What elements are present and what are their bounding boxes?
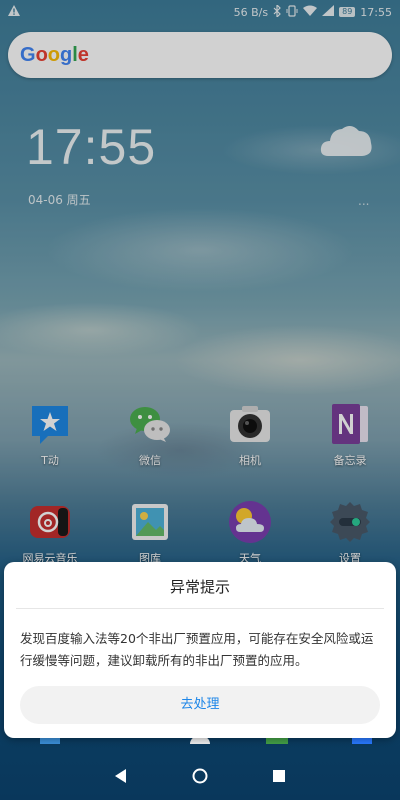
home-icon[interactable] [192, 768, 208, 784]
dialog-title: 异常提示 [169, 578, 230, 596]
back-icon[interactable] [113, 768, 129, 784]
recents-icon[interactable] [271, 768, 287, 784]
dialog-divider [16, 608, 384, 609]
dialog-message: 发现百度输入法等20个非出厂预置应用，可能存在安全风险或运行缓慢等问题，建议卸载… [20, 631, 374, 668]
handle-button[interactable]: 去处理 [20, 686, 380, 724]
navigation-bar [0, 752, 400, 800]
alert-dialog: 异常提示 发现百度输入法等20个非出厂预置应用，可能存在安全风险或运行缓慢等问题… [4, 562, 396, 738]
